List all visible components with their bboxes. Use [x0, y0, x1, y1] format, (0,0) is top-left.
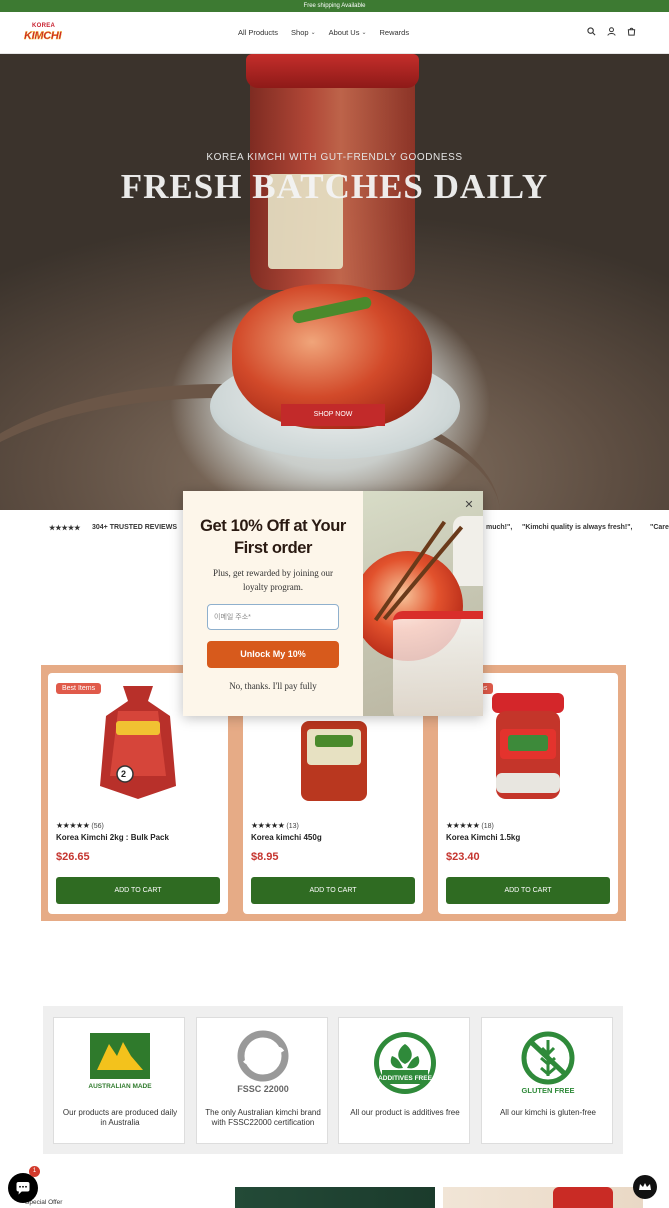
- feature-card: ADDITIVES FREE All our product is additi…: [338, 1017, 470, 1144]
- search-icon[interactable]: [587, 27, 596, 36]
- product-rating: ★★★★★ (13): [251, 821, 299, 830]
- review-quote: "Care: [650, 524, 669, 531]
- product-name[interactable]: Korea Kimchi 1.5kg: [446, 833, 520, 842]
- hero-jar-lid: [246, 54, 419, 88]
- nav-item-rewards[interactable]: Rewards: [379, 28, 409, 37]
- hero-banner: KOREA KIMCHI WITH GUT-FRENDLY GOODNESS F…: [0, 54, 669, 510]
- feature-badge-text: ADDITIVES FREE: [378, 1075, 432, 1082]
- svg-text:2: 2: [121, 769, 126, 779]
- feature-text: Our products are produced daily in Austr…: [62, 1108, 178, 1127]
- rating-stars: ★★★★★: [49, 525, 81, 532]
- add-to-cart-button[interactable]: ADD TO CART: [56, 877, 220, 904]
- add-to-cart-button[interactable]: ADD TO CART: [251, 877, 415, 904]
- product-name[interactable]: Korea kimchi 450g: [251, 833, 322, 842]
- rewards-launcher-button[interactable]: [633, 1175, 657, 1199]
- review-count: (18): [481, 823, 494, 830]
- account-icon[interactable]: [607, 27, 616, 36]
- header-icons: [587, 27, 636, 36]
- product-name[interactable]: Korea Kimchi 2kg : Bulk Pack: [56, 833, 169, 842]
- product-price: $26.65: [56, 851, 90, 863]
- review-quote: "Kimchi quality is always fresh!",: [522, 524, 633, 531]
- feature-badge-text: AUSTRALIAN MADE: [88, 1083, 152, 1090]
- feature-badge-text: GLUTEN FREE: [522, 1086, 575, 1095]
- rating-stars: ★★★★★: [446, 821, 480, 830]
- review-count: (56): [91, 823, 104, 830]
- chat-icon: [16, 1182, 30, 1195]
- brand-logo[interactable]: KOREA KIMCHI: [24, 23, 74, 45]
- feature-card: GLUTEN FREE All our kimchi is gluten-fre…: [481, 1017, 613, 1144]
- crown-icon: [639, 1183, 651, 1190]
- feature-text: All our product is additives free: [350, 1108, 460, 1117]
- nav-item-shop[interactable]: Shop ⌄: [291, 28, 316, 37]
- nav-item-label: Shop: [291, 28, 309, 37]
- announcement-bar: Free shipping Available: [0, 0, 669, 12]
- main-nav: All Products Shop ⌄ About Us ⌄ Rewards: [238, 28, 409, 37]
- nav-item-label: About Us: [328, 28, 360, 37]
- page: Free shipping Available KOREA KIMCHI All…: [0, 0, 669, 1208]
- product-rating: ★★★★★ (56): [56, 821, 104, 830]
- popup-content: Get 10% Off at Your First order Plus, ge…: [183, 491, 363, 716]
- product-rating: ★★★★★ (18): [446, 821, 494, 830]
- chat-notification-badge: 1: [29, 1166, 40, 1177]
- chat-button[interactable]: [8, 1173, 38, 1203]
- gluten-free-logo-icon: GLUTEN FREE: [521, 1031, 575, 1095]
- feature-badge-text: FSSC 22000: [237, 1084, 289, 1094]
- nav-item-label: Rewards: [379, 28, 410, 37]
- nav-item-about-us[interactable]: About Us ⌄: [329, 28, 367, 37]
- popup-title: Get 10% Off at Your First order: [200, 517, 346, 557]
- nav-item-all-products[interactable]: All Products: [238, 28, 278, 37]
- popup-image-tub: [393, 611, 483, 716]
- fssc-22000-logo-icon: FSSC 22000: [237, 1030, 289, 1094]
- add-to-cart-button[interactable]: ADD TO CART: [446, 877, 610, 904]
- trusted-reviews-label: 304+ TRUSTED REVIEWS: [92, 524, 177, 531]
- nav-item-label: All Products: [238, 28, 279, 37]
- email-field[interactable]: [207, 604, 339, 630]
- popup-image: ✕: [363, 491, 483, 716]
- hero-subtitle: KOREA KIMCHI WITH GUT-FRENDLY GOODNESS: [206, 152, 463, 163]
- product-image[interactable]: 2: [88, 681, 188, 806]
- shop-now-button[interactable]: SHOP NOW: [281, 404, 385, 426]
- additives-free-logo-icon: ADDITIVES FREE: [374, 1032, 436, 1094]
- chevron-down-icon: ⌄: [361, 30, 367, 36]
- brand-logo-line2: KIMCHI: [24, 30, 62, 42]
- feature-card: AUSTRALIAN MADE Our products are produce…: [53, 1017, 185, 1144]
- feature-card: FSSC 22000 The only Australian kimchi br…: [196, 1017, 328, 1144]
- cart-icon[interactable]: [627, 27, 636, 36]
- decline-link[interactable]: No, thanks. I'll pay fully: [183, 681, 363, 691]
- rating-stars: ★★★★★: [251, 821, 285, 830]
- feature-text: The only Australian kimchi brand with FS…: [205, 1108, 321, 1127]
- features-section: AUSTRALIAN MADE Our products are produce…: [43, 1006, 623, 1154]
- discount-popup: Get 10% Off at Your First order Plus, ge…: [183, 491, 483, 716]
- feature-text: All our kimchi is gluten-free: [499, 1108, 597, 1117]
- review-count: (13): [286, 823, 299, 830]
- site-header: KOREA KIMCHI All Products Shop ⌄ About Us…: [0, 12, 669, 54]
- promo-image[interactable]: [235, 1187, 435, 1208]
- promo-image[interactable]: [443, 1187, 643, 1208]
- product-price: $23.40: [446, 851, 480, 863]
- unlock-discount-button[interactable]: Unlock My 10%: [207, 641, 339, 668]
- close-icon[interactable]: ✕: [463, 499, 475, 511]
- product-price: $8.95: [251, 851, 279, 863]
- australian-made-logo-icon: AUSTRALIAN MADE: [88, 1033, 152, 1091]
- popup-description: Plus, get rewarded by joining our loyalt…: [213, 568, 333, 592]
- popup-image-jar: [453, 516, 483, 586]
- hero-title: FRESH BATCHES DAILY: [120, 167, 549, 206]
- brand-logo-line1: KOREA: [32, 23, 56, 29]
- review-quote: much!",: [486, 524, 513, 531]
- product-image[interactable]: [478, 681, 578, 806]
- chevron-down-icon: ⌄: [310, 30, 316, 36]
- rating-stars: ★★★★★: [56, 821, 90, 830]
